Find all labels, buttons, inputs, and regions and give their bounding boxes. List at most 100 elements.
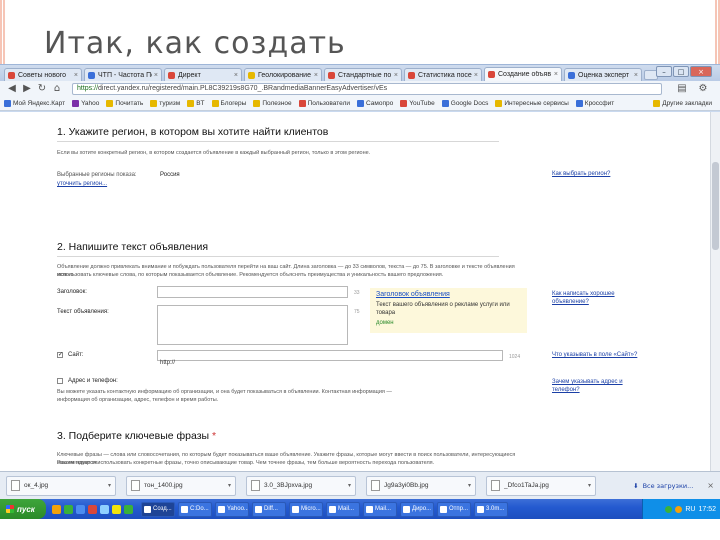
quick-launch-icon[interactable] xyxy=(52,504,61,514)
bookmark-item[interactable]: Мой Яндекс.Карт xyxy=(4,100,65,107)
site-input[interactable]: http:// xyxy=(157,350,503,366)
taskbar-button[interactable]: Отпр... xyxy=(437,501,471,517)
download-item[interactable]: 3.0_3BJpxva.jpg ▾ xyxy=(246,475,356,496)
quick-launch-icon[interactable] xyxy=(88,504,97,514)
start-button[interactable]: пуск xyxy=(0,499,46,519)
download-menu-icon[interactable]: ▾ xyxy=(228,482,231,489)
address-checkbox[interactable] xyxy=(57,378,63,384)
browser-tab[interactable]: Создание объяв × xyxy=(484,67,562,81)
taskbar-button[interactable]: Micro... xyxy=(289,501,323,517)
forward-icon[interactable]: ▶ xyxy=(21,83,33,95)
close-tab-icon[interactable]: × xyxy=(554,71,558,78)
bookmark-item[interactable]: Кроссфит xyxy=(575,100,614,107)
close-tab-icon[interactable]: × xyxy=(314,72,318,79)
bookmark-item[interactable]: Самопро xyxy=(357,100,393,107)
taskbar-button[interactable]: Yahoo... xyxy=(215,501,249,517)
favicon-icon xyxy=(168,71,175,79)
maximize-button[interactable]: □ xyxy=(673,66,689,77)
app-icon xyxy=(255,505,262,513)
quick-launch-icon[interactable] xyxy=(124,504,133,514)
wrench-icon[interactable]: ⚙ xyxy=(697,83,709,95)
browser-tab[interactable]: Оценка эксперт × xyxy=(564,68,642,81)
page-menu-icon[interactable]: ▤ xyxy=(676,83,688,95)
volume-icon[interactable] xyxy=(675,505,683,513)
home-icon[interactable]: ⌂ xyxy=(51,83,63,95)
minimize-button[interactable]: – xyxy=(656,66,672,77)
browser-tab[interactable]: Статистика посе × xyxy=(404,68,482,81)
download-item[interactable]: ок_4.jpg ▾ xyxy=(6,475,116,496)
bookmark-item[interactable]: Полезное xyxy=(253,100,292,107)
quick-launch-icon[interactable] xyxy=(100,504,109,514)
close-tab-icon[interactable]: × xyxy=(474,72,478,79)
language-indicator[interactable]: RU xyxy=(685,506,695,513)
site-help-link[interactable]: Что указывать в поле «Сайт»? xyxy=(552,352,637,358)
quick-launch-icon[interactable] xyxy=(64,504,73,514)
reload-icon[interactable]: ↻ xyxy=(36,83,48,95)
ad-help-link[interactable]: Как написать хорошее объявление? xyxy=(552,290,632,306)
quick-launch-icon[interactable] xyxy=(112,504,121,514)
bookmark-item[interactable]: Почитать xyxy=(106,100,143,107)
taskbar-button[interactable]: 3.0m... xyxy=(474,501,508,517)
windows-logo-icon xyxy=(6,505,14,513)
ad-text-input[interactable] xyxy=(157,305,348,345)
clock: 17:52 xyxy=(698,505,716,513)
back-icon[interactable]: ◀ xyxy=(6,83,18,95)
taskbar-button[interactable]: Созд... xyxy=(141,501,175,517)
taskbar-button[interactable]: Диро... xyxy=(400,501,434,517)
close-tab-icon[interactable]: × xyxy=(74,72,78,79)
close-tab-icon[interactable]: × xyxy=(634,72,638,79)
region-help-link[interactable]: Как выбрать регион? xyxy=(552,171,610,177)
taskbar-button[interactable]: Mail... xyxy=(326,501,360,517)
regions-label: Выбранные регионы показа: xyxy=(57,172,137,178)
download-menu-icon[interactable]: ▾ xyxy=(108,482,111,489)
bookmark-item[interactable]: туризм xyxy=(150,100,180,107)
network-icon[interactable] xyxy=(665,505,673,513)
change-region-link[interactable]: уточнить регион... xyxy=(57,181,107,187)
browser-tab[interactable]: ЧТП - Частота Пого× xyxy=(84,68,162,81)
bookmark-other[interactable]: Другие закладки xyxy=(653,100,712,107)
bookmark-item[interactable]: Блогеры xyxy=(211,100,246,107)
bookmark-item[interactable]: BT xyxy=(187,100,205,107)
bookmark-icon xyxy=(495,100,503,107)
download-item[interactable]: _Dfco1TaJa.jpg ▾ xyxy=(486,475,596,496)
bookmark-item[interactable]: Пользователи xyxy=(298,100,350,107)
site-checkbox[interactable]: ✓ xyxy=(57,352,63,358)
browser-tab[interactable]: Стандартные по р × xyxy=(324,68,402,81)
scrollbar-thumb[interactable] xyxy=(712,162,719,250)
download-menu-icon[interactable]: ▾ xyxy=(588,482,591,489)
close-window-button[interactable]: × xyxy=(690,66,712,77)
bookmark-item[interactable]: YouTube xyxy=(400,100,435,107)
close-tab-icon[interactable]: × xyxy=(154,72,158,79)
download-menu-icon[interactable]: ▾ xyxy=(348,482,351,489)
taskbar-button[interactable]: Mail... xyxy=(363,501,397,517)
download-menu-icon[interactable]: ▾ xyxy=(468,482,471,489)
tab-label: Советы нового xyxy=(18,71,67,79)
favicon-icon xyxy=(328,71,335,79)
bookmark-label: Мой Яндекс.Карт xyxy=(13,100,66,107)
bookmark-item[interactable]: Yahoo xyxy=(72,100,99,107)
address-bar[interactable]: https://direct.yandex.ru/registered/main… xyxy=(72,83,662,95)
preview-text: Текст вашего объявления о рекламе услуги… xyxy=(376,302,510,316)
slide-title: Итак, как создать xyxy=(44,26,346,61)
quick-launch-icon[interactable] xyxy=(76,504,85,514)
browser-tab[interactable]: Геолокирование × xyxy=(244,68,322,81)
ad-title-input[interactable] xyxy=(157,286,348,298)
all-downloads-link[interactable]: ⬇ Все загрузки... xyxy=(633,482,693,490)
browser-tab[interactable]: Директ × xyxy=(164,68,242,81)
close-tab-icon[interactable]: × xyxy=(394,72,398,79)
favicon-icon xyxy=(568,71,575,79)
section2-divider xyxy=(57,256,499,257)
tab-label: ЧТП - Частота Пого xyxy=(98,71,152,79)
browser-tab[interactable]: Советы нового × xyxy=(4,68,82,81)
app-icon xyxy=(218,505,225,513)
close-tab-icon[interactable]: × xyxy=(234,72,238,79)
address-help-link[interactable]: Зачем указывать адрес и телефон? xyxy=(552,378,632,394)
download-item[interactable]: Jg9a3yi0Bb.jpg ▾ xyxy=(366,475,476,496)
download-item[interactable]: тон_1400.jpg ▾ xyxy=(126,475,236,496)
taskbar-button[interactable]: С:Do... xyxy=(178,501,212,517)
close-downloads-icon[interactable]: × xyxy=(707,481,714,490)
taskbar-button[interactable]: Diff... xyxy=(252,501,286,517)
bookmark-item[interactable]: Интересные сервисы xyxy=(495,100,569,107)
page-scrollbar[interactable] xyxy=(710,112,720,471)
bookmark-item[interactable]: Google Docs xyxy=(441,100,488,107)
